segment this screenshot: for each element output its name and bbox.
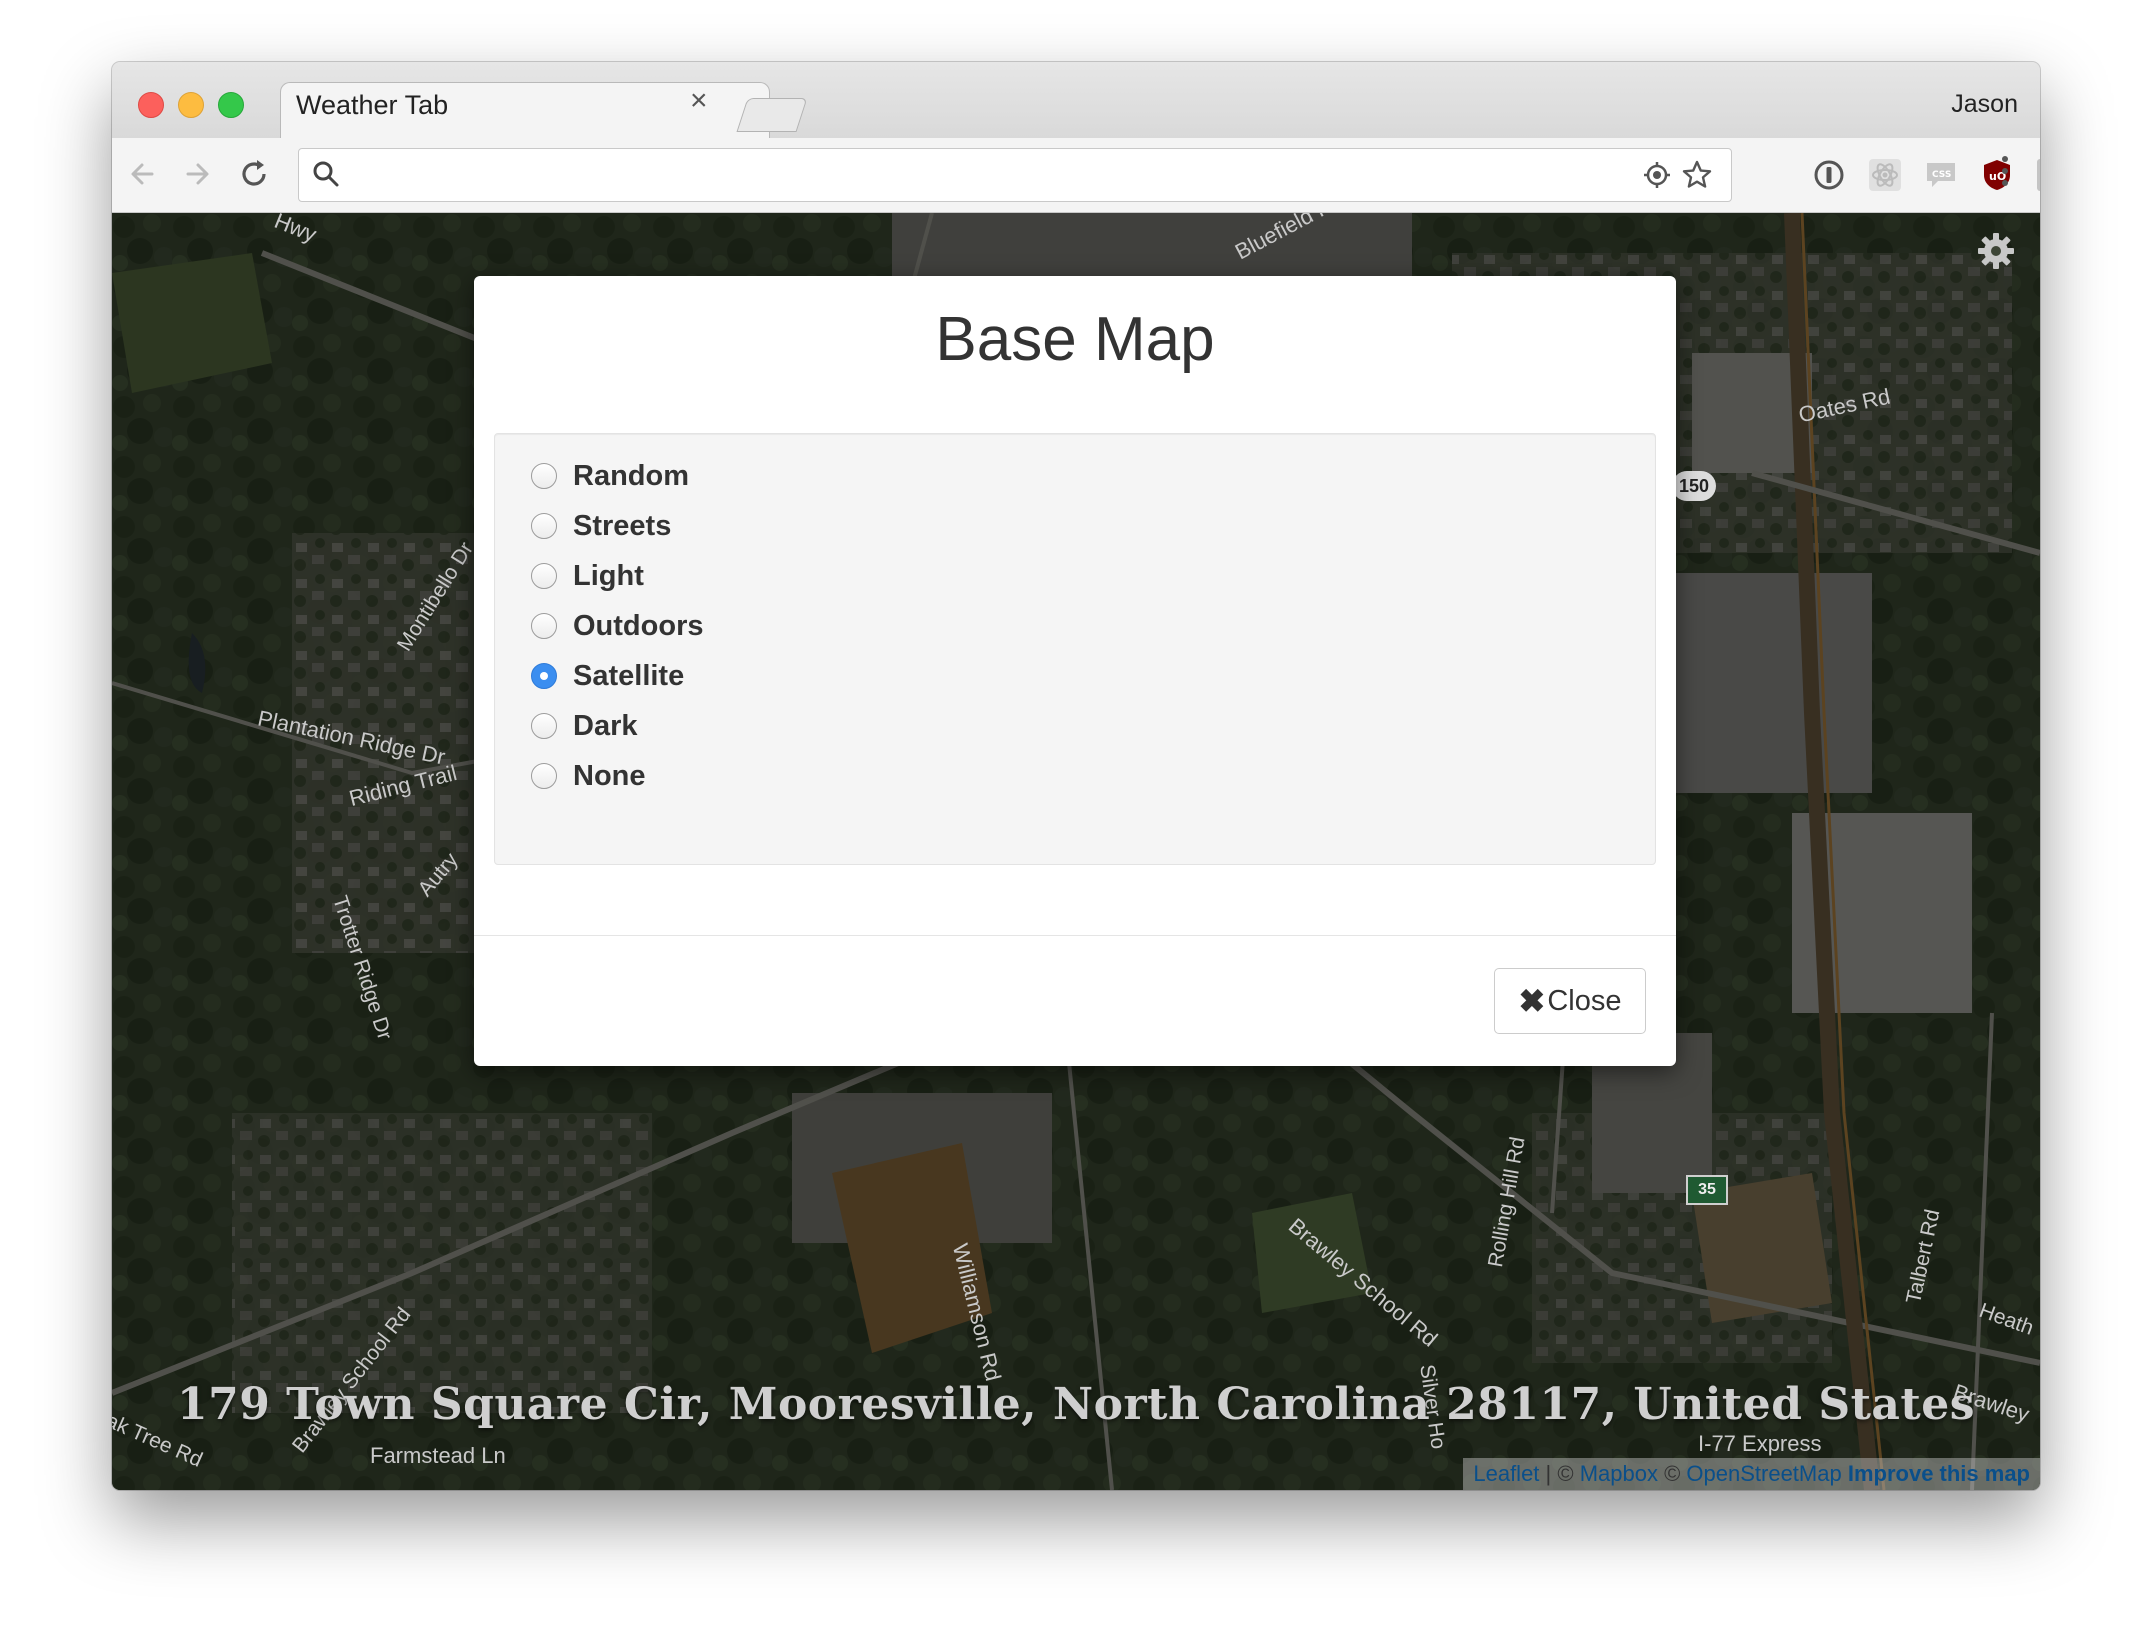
attribution-separator: © xyxy=(1657,1461,1687,1486)
settings-gear-icon[interactable] xyxy=(1974,229,2018,273)
radio-button[interactable] xyxy=(531,763,557,789)
forward-arrow-icon[interactable] xyxy=(178,154,218,194)
radio-option-outdoors[interactable]: Outdoors xyxy=(531,606,704,646)
radio-button[interactable] xyxy=(531,713,557,739)
radio-label[interactable]: Dark xyxy=(573,710,638,743)
radio-label[interactable]: Streets xyxy=(573,510,671,543)
address-bar[interactable] xyxy=(298,148,1732,202)
road-label: Farmstead Ln xyxy=(370,1443,506,1468)
radio-label[interactable]: None xyxy=(573,760,646,793)
radio-option-random[interactable]: Random xyxy=(531,456,689,496)
mapbox-link[interactable]: Mapbox xyxy=(1580,1461,1658,1486)
react-devtools-icon[interactable] xyxy=(1868,158,1902,192)
new-tab-button[interactable] xyxy=(736,98,808,132)
base-map-options: Random Streets Light Outdoors Satellite Dark N… xyxy=(494,433,1656,865)
radio-label[interactable]: Random xyxy=(573,460,689,493)
route-150-shield: 150 xyxy=(1672,471,1716,501)
radio-button[interactable] xyxy=(531,613,557,639)
close-window-button[interactable] xyxy=(138,92,164,118)
location-address: 179 Town Square Cir, Mooresville, North … xyxy=(176,1379,1976,1430)
back-arrow-icon[interactable] xyxy=(122,154,162,194)
browser-toolbar: CSS uO W xyxy=(112,138,2040,213)
modal-divider xyxy=(474,935,1676,936)
radio-option-dark[interactable]: Dark xyxy=(531,706,638,746)
road-label: I-77 Express xyxy=(1698,1431,1822,1456)
radio-option-satellite[interactable]: Satellite xyxy=(531,656,684,696)
base-map-modal: Base Map Random Streets Light Outdoors Satel… xyxy=(474,276,1676,1066)
radio-button[interactable] xyxy=(531,563,557,589)
radio-button[interactable] xyxy=(531,463,557,489)
w-extension-icon[interactable]: W xyxy=(2036,158,2040,192)
profile-name[interactable]: Jason xyxy=(1951,90,2018,119)
bookmark-star-icon[interactable] xyxy=(1681,159,1713,191)
close-button-label: Close xyxy=(1547,984,1622,1017)
modal-title: Base Map xyxy=(935,305,1215,374)
radio-label[interactable]: Satellite xyxy=(573,660,684,693)
maximize-window-button[interactable] xyxy=(218,92,244,118)
close-icon: ✖ xyxy=(1518,983,1546,1019)
minimize-window-button[interactable] xyxy=(178,92,204,118)
close-button[interactable]: ✖ Close xyxy=(1494,968,1646,1034)
1password-icon[interactable] xyxy=(1812,158,1846,192)
map-attribution: Leaflet | © Mapbox © OpenStreetMap Impro… xyxy=(1463,1458,2040,1490)
more-menu-icon[interactable] xyxy=(1998,156,2012,194)
radio-option-streets[interactable]: Streets xyxy=(531,506,671,546)
svg-text:CSS: CSS xyxy=(1932,170,1951,180)
radio-button[interactable] xyxy=(531,663,557,689)
tab-title: Weather Tab xyxy=(296,90,449,120)
reload-icon[interactable] xyxy=(234,154,274,194)
route-35-shield: 35 xyxy=(1686,1175,1728,1205)
radio-option-none[interactable]: None xyxy=(531,756,646,796)
location-target-icon[interactable] xyxy=(1641,159,1673,191)
openstreetmap-link[interactable]: OpenStreetMap xyxy=(1686,1461,1841,1486)
radio-option-light[interactable]: Light xyxy=(531,556,644,596)
leaflet-link[interactable]: Leaflet xyxy=(1473,1461,1539,1486)
attribution-separator: | © xyxy=(1539,1461,1580,1486)
radio-button[interactable] xyxy=(531,513,557,539)
radio-label[interactable]: Light xyxy=(573,560,644,593)
improve-map-link[interactable]: Improve this map xyxy=(1848,1461,2030,1486)
css-viewer-icon[interactable]: CSS xyxy=(1924,158,1958,192)
radio-label[interactable]: Outdoors xyxy=(573,610,704,643)
search-icon xyxy=(311,159,341,194)
tab-close-icon[interactable]: × xyxy=(690,84,708,118)
